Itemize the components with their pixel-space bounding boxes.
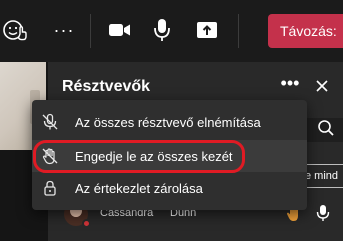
menu-item-label: Az értekezlet zárolása [75, 180, 203, 196]
menu-item-mute-all[interactable]: Az összes résztvevő elnémítása [32, 106, 307, 138]
menu-item-label: Az összes résztvevő elnémítása [75, 114, 261, 130]
panel-title: Résztvevők [62, 78, 151, 95]
participants-options-menu: Az összes résztvevő elnémítása Engedje l… [32, 100, 307, 210]
menu-item-lower-all-hands[interactable]: Engedje le az összes kezét [32, 140, 307, 172]
menu-item-lock-meeting[interactable]: Az értekezlet zárolása [32, 172, 307, 204]
more-options-icon[interactable]: ••• [278, 74, 302, 96]
toolbar-divider [90, 14, 91, 48]
meeting-toolbar: ··· Távozás: [0, 0, 343, 62]
presence-badge [82, 219, 91, 228]
more-options-icon[interactable]: ··· [52, 18, 76, 42]
toolbar-divider [238, 14, 239, 48]
camera-icon[interactable] [106, 18, 134, 42]
share-screen-icon[interactable] [194, 18, 220, 42]
microphone-icon[interactable] [150, 16, 174, 44]
lock-icon [41, 179, 59, 197]
menu-item-label: Engedje le az összes kezét [75, 148, 233, 164]
search-icon [317, 119, 335, 142]
close-icon[interactable] [310, 74, 334, 98]
hand-off-icon [41, 147, 59, 165]
leave-button[interactable]: Távozás: [268, 14, 343, 48]
microphone-icon [316, 204, 330, 222]
mic-off-icon [41, 113, 59, 131]
react-icon[interactable] [2, 16, 28, 44]
